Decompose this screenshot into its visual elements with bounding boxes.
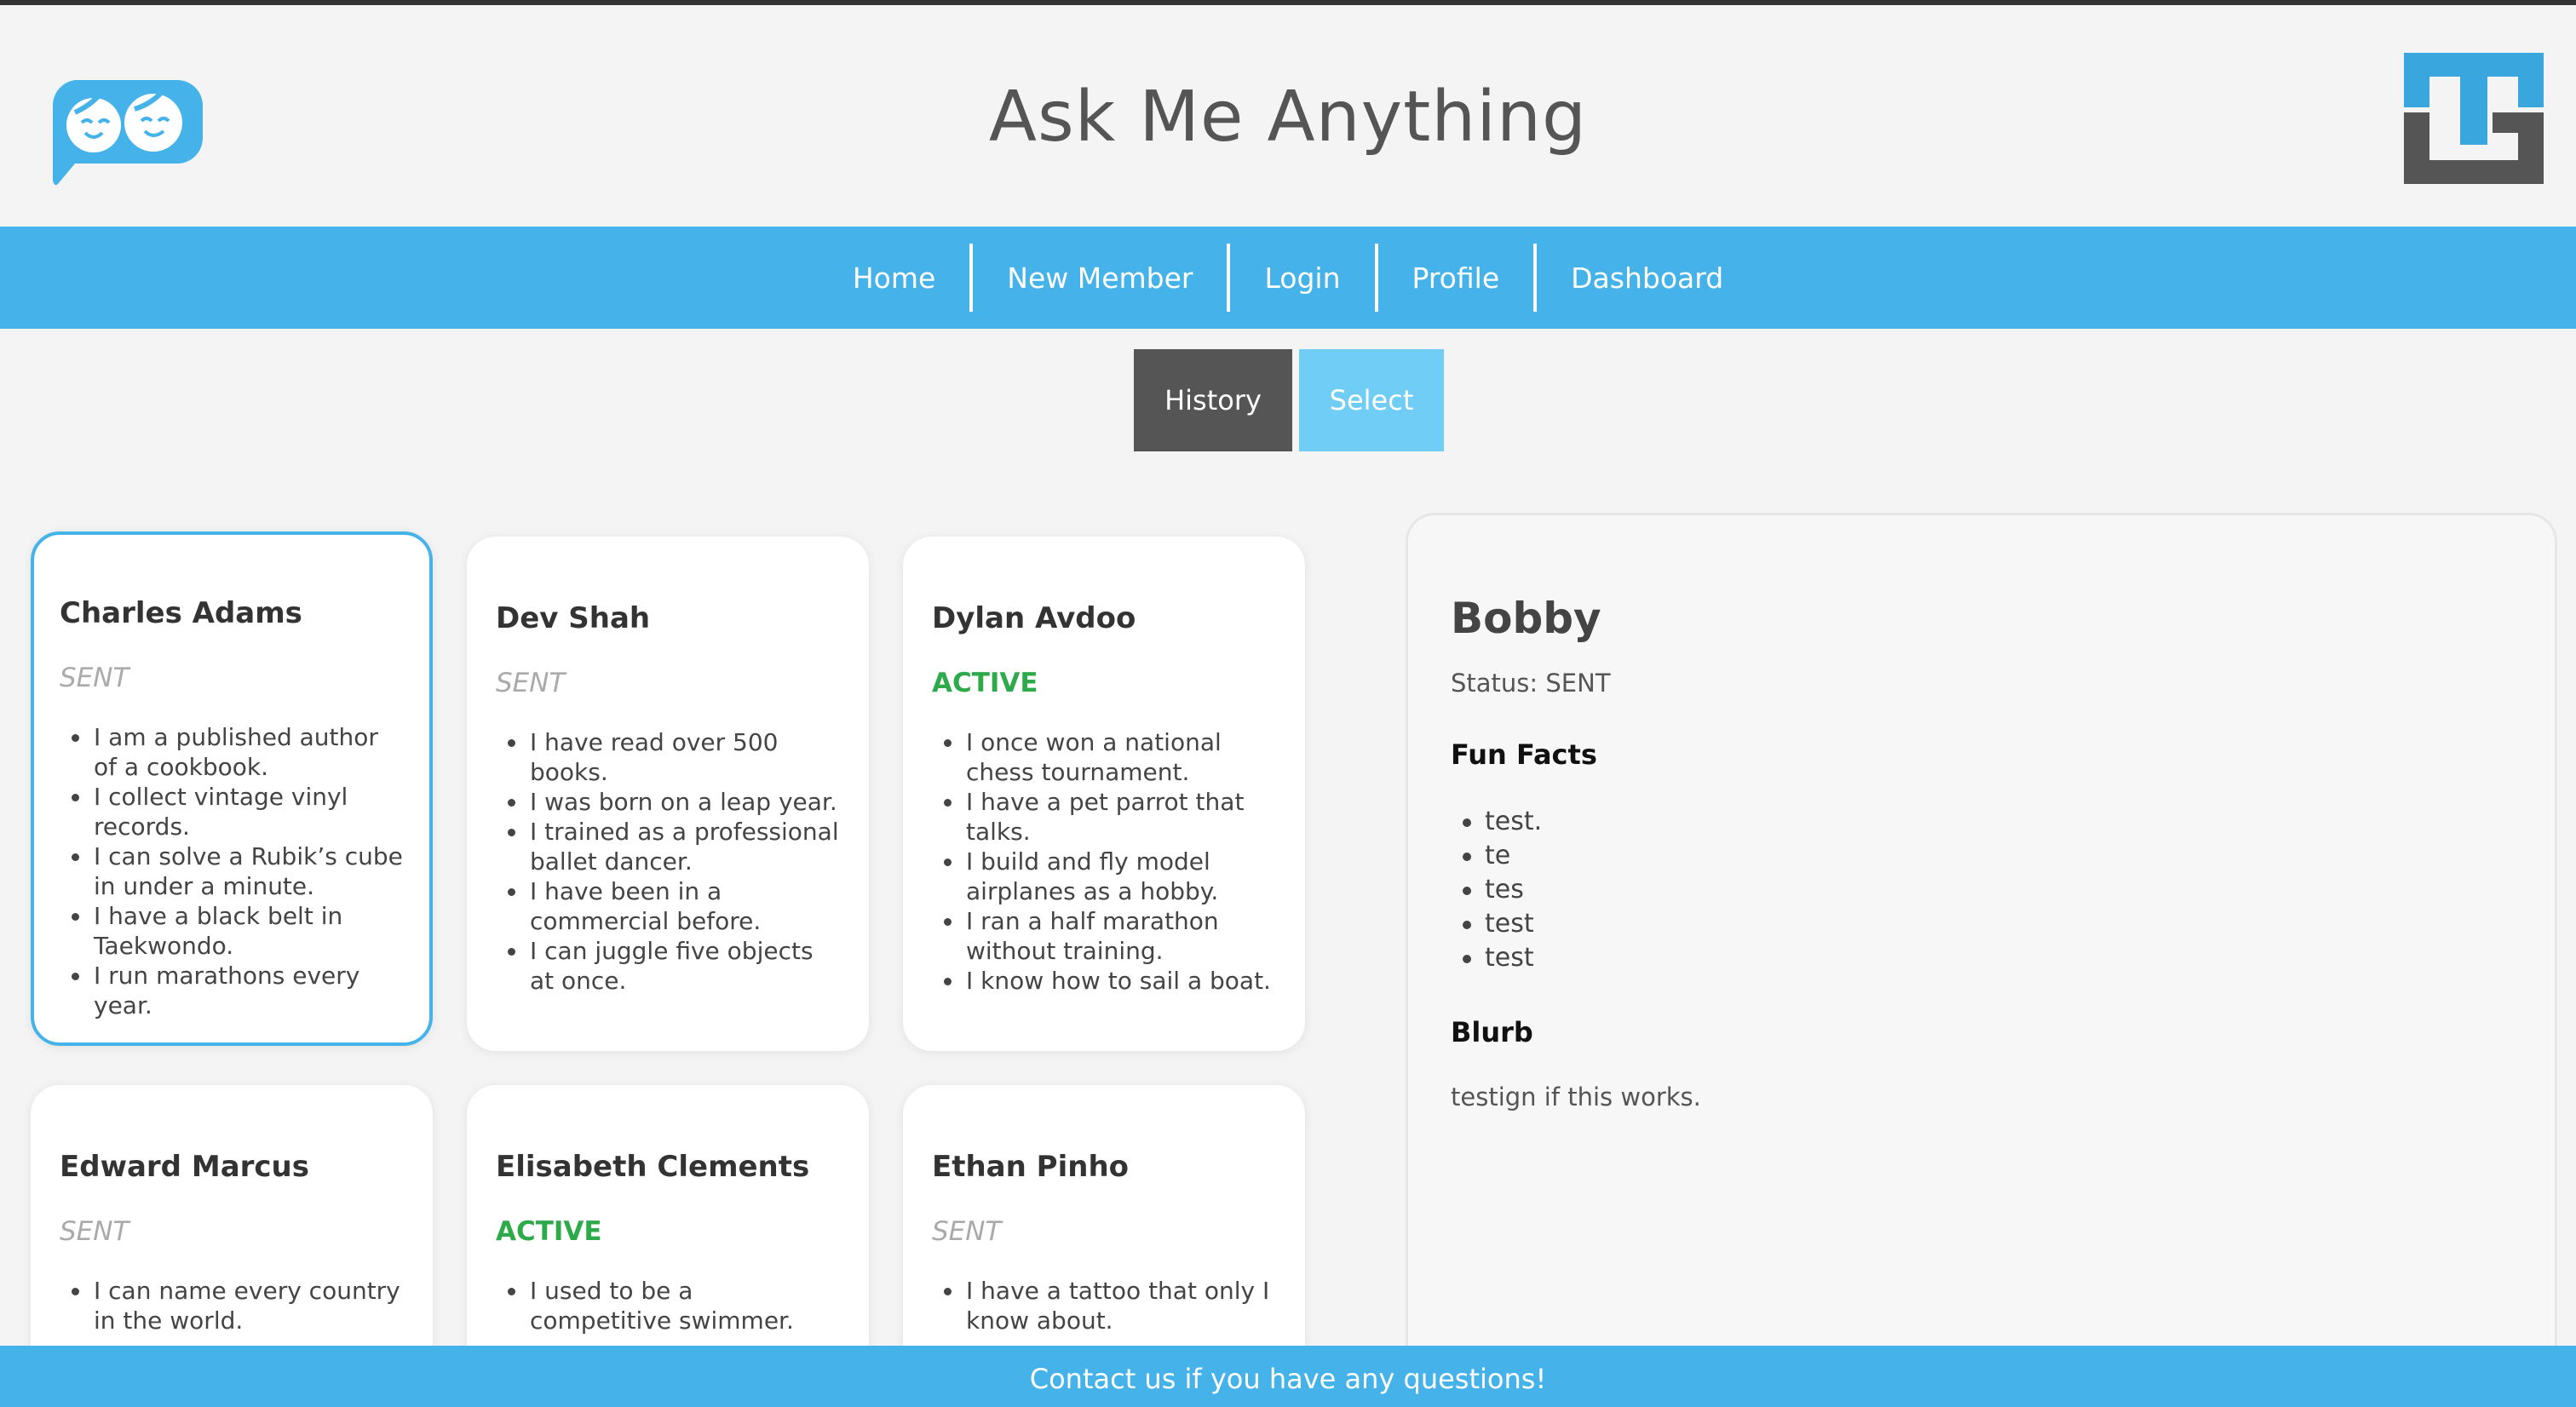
member-name: Dev Shah (496, 601, 651, 635)
blurb-heading: Blurb (1451, 1016, 1533, 1048)
member-detail-panel: Bobby Status: SENT Fun Facts test. te te… (1406, 513, 2557, 1407)
member-facts-list: I have a tattoo that only I know about. (932, 1276, 1276, 1335)
list-item: I used to be a competitive swimmer. (496, 1276, 840, 1335)
blurb-text: testign if this works. (1451, 1083, 1701, 1111)
list-item: I ran a half marathon without training. (932, 906, 1276, 966)
detail-name: Bobby (1451, 594, 1601, 643)
member-name: Edward Marcus (60, 1150, 310, 1184)
nav-home[interactable]: Home (819, 244, 969, 312)
list-item: I collect vintage vinyl records. (60, 782, 404, 841)
fun-facts-heading: Fun Facts (1451, 738, 1597, 771)
detail-status: Status: SENT (1451, 669, 1611, 698)
history-button[interactable]: History (1134, 349, 1292, 451)
list-item: I build and fly model airplanes as a hob… (932, 847, 1276, 906)
list-item: I was born on a leap year. (496, 787, 840, 817)
member-status: SENT (60, 663, 129, 693)
list-item: tes (1451, 873, 2512, 907)
list-item: I have a pet parrot that talks. (932, 787, 1276, 847)
member-facts-list: I once won a national chess tournament. … (932, 727, 1276, 996)
list-item: I can solve a Rubik’s cube in under a mi… (60, 841, 404, 901)
view-toggle: History Select (1134, 349, 1444, 451)
member-name: Charles Adams (60, 596, 302, 630)
select-button[interactable]: Select (1299, 349, 1444, 451)
list-item: I trained as a professional ballet dance… (496, 817, 840, 876)
list-item: test (1451, 907, 2512, 941)
tg-logo-icon[interactable] (2404, 53, 2544, 184)
page-header: Ask Me Anything (0, 5, 2576, 227)
member-name: Dylan Avdoo (932, 601, 1136, 635)
list-item: I know how to sail a boat. (932, 966, 1276, 996)
nav-login[interactable]: Login (1230, 244, 1374, 312)
member-status: ACTIVE (932, 668, 1038, 698)
list-item: I can juggle five objects at once. (496, 936, 840, 996)
member-card-charles-adams[interactable]: Charles Adams SENT I am a published auth… (31, 531, 433, 1046)
list-item: I have a tattoo that only I know about. (932, 1276, 1276, 1335)
fun-facts-list: test. te tes test test (1451, 805, 2512, 975)
page-title: Ask Me Anything (988, 77, 1588, 158)
member-status: SENT (60, 1216, 129, 1247)
member-name: Ethan Pinho (932, 1150, 1130, 1184)
member-facts-list: I have read over 500 books. I was born o… (496, 727, 840, 996)
list-item: I can name every country in the world. (60, 1276, 404, 1335)
member-name: Elisabeth Clements (496, 1150, 810, 1184)
member-facts-list: I used to be a competitive swimmer. (496, 1276, 840, 1335)
nav-new-member[interactable]: New Member (973, 244, 1227, 312)
member-status: SENT (932, 1216, 1002, 1247)
member-facts-list: I can name every country in the world. (60, 1276, 404, 1335)
nav-dashboard[interactable]: Dashboard (1537, 244, 1757, 312)
main-nav: Home New Member Login Profile Dashboard (0, 227, 2576, 329)
member-card-dylan-avdoo[interactable]: Dylan Avdoo ACTIVE I once won a national… (903, 537, 1305, 1051)
member-card-dev-shah[interactable]: Dev Shah SENT I have read over 500 books… (467, 537, 869, 1051)
member-facts-list: I am a published author of a cookbook. I… (60, 722, 404, 1020)
nav-profile[interactable]: Profile (1378, 244, 1534, 312)
list-item: I have a black belt in Taekwondo. (60, 901, 404, 961)
page-footer: Contact us if you have any questions! (0, 1346, 2576, 1407)
list-item: I have read over 500 books. (496, 727, 840, 787)
footer-text: Contact us if you have any questions! (1029, 1363, 1547, 1395)
member-status: ACTIVE (496, 1216, 602, 1247)
list-item: te (1451, 839, 2512, 873)
member-status: SENT (496, 668, 566, 698)
list-item: I have been in a commercial before. (496, 876, 840, 936)
list-item: I run marathons every year. (60, 961, 404, 1020)
list-item: test. (1451, 805, 2512, 839)
list-item: I once won a national chess tournament. (932, 727, 1276, 787)
list-item: I am a published author of a cookbook. (60, 722, 404, 782)
list-item: test (1451, 941, 2512, 975)
